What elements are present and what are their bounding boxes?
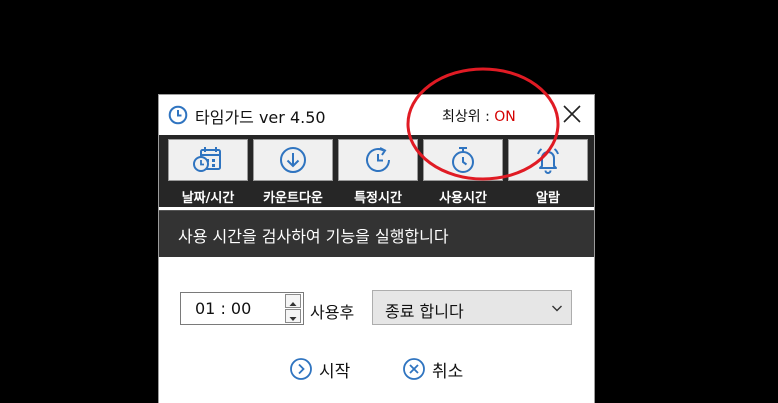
chevron-down-icon [552,305,562,312]
tool-usage-time[interactable]: 사용시간 [423,139,503,206]
tool-date-time[interactable]: 날짜/시간 [168,139,248,206]
stopwatch-icon [452,147,474,173]
time-stepper[interactable]: 01 : 00 [180,292,304,325]
mode-toolbar: 날짜/시간 카운트다운 특정시간 사용시간 알람 [159,135,594,207]
info-bar: 사용 시간을 검사하여 기능을 실행합니다 [159,210,594,257]
action-dropdown[interactable]: 종료 합니다 [372,290,572,325]
calendar-clock-icon [193,147,221,172]
tool-label: 특정시간 [354,191,402,206]
tool-label: 알람 [536,191,560,206]
stepper-up-button[interactable] [285,294,301,308]
cancel-button[interactable]: 취소 [402,355,474,383]
tool-countdown[interactable]: 카운트다운 [253,139,333,206]
close-button[interactable] [557,101,587,129]
time-value: 01 : 00 [195,299,252,318]
action-selected-value: 종료 합니다 [385,302,464,321]
timeguard-window: 타임가드 ver 4.50 최상위 : ON 날짜/시간 카운트다운 특정시간 … [158,94,595,403]
tool-label: 카운트다운 [263,191,323,206]
start-button[interactable]: 시작 [289,355,361,383]
tool-alarm[interactable]: 알람 [508,139,588,206]
always-on-top-state: ON [494,109,516,125]
close-circle-icon [403,358,425,380]
stepper-down-button[interactable] [285,309,301,323]
tool-specific-time[interactable]: 특정시간 [338,139,418,206]
cancel-label: 취소 [432,362,464,382]
window-title: 타임가드 ver 4.50 [195,108,326,127]
mode-description: 사용 시간을 검사하여 기능을 실행합니다 [178,227,449,246]
always-on-top-toggle[interactable]: 최상위 : ON [442,106,516,126]
always-on-top-label: 최상위 : [442,109,490,125]
chevron-right-circle-icon [290,358,312,380]
clock-app-icon [168,105,188,125]
triangle-down-icon [289,317,297,321]
after-usage-label: 사용후 [310,303,355,322]
title-bar: 타임가드 ver 4.50 최상위 : ON [159,95,594,135]
tool-label: 사용시간 [439,191,487,206]
close-icon [563,105,581,123]
down-arrow-circle-icon [280,147,306,173]
start-label: 시작 [319,362,351,382]
bell-icon [537,148,559,174]
clock-refresh-icon [366,147,390,172]
tool-label: 날짜/시간 [181,191,235,206]
